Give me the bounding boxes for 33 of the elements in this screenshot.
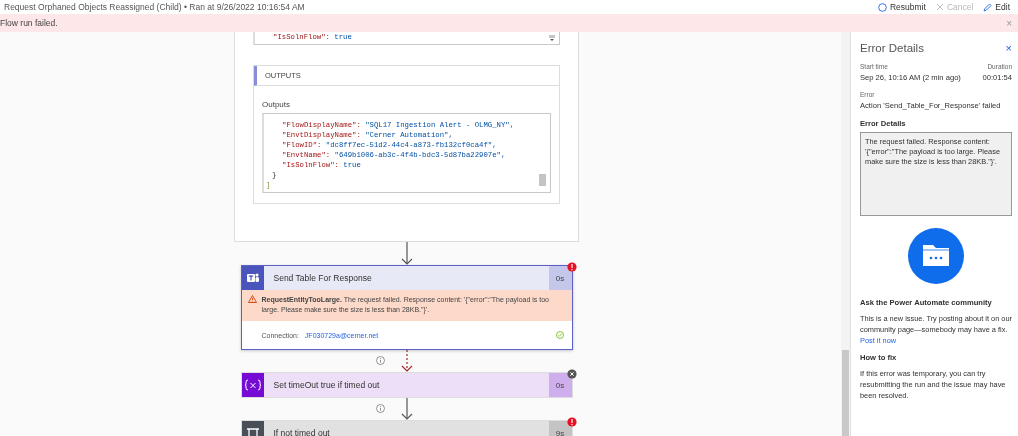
edit-button[interactable]: Edit [983, 2, 1010, 12]
connector-arrow [400, 242, 413, 265]
panel-title: Error Details [860, 42, 924, 54]
error-badge-icon [566, 262, 577, 272]
step-title: Send Table For Response [272, 272, 373, 285]
scrollbar-thumb[interactable] [842, 350, 849, 436]
branch-icon [245, 427, 260, 436]
pencil-icon [983, 2, 993, 12]
step-duration: 9s [548, 421, 572, 436]
close-icon [935, 3, 944, 11]
info-icon[interactable] [375, 404, 385, 413]
close-icon[interactable]: × [1005, 42, 1012, 54]
connector-arrow [400, 398, 413, 420]
step-duration: 0s [548, 266, 572, 290]
warning-icon [247, 295, 257, 303]
step-title: Set timeOut true if timed out [272, 379, 381, 392]
skipped-badge-icon [566, 369, 577, 379]
connector-arrow [400, 350, 413, 372]
outputs-label: Outputs [261, 99, 291, 111]
info-icon[interactable] [375, 356, 385, 365]
check-circle-icon [555, 331, 564, 339]
people-icon [245, 271, 260, 285]
step-title: If not timed out [272, 427, 331, 436]
error-badge-icon [566, 417, 577, 427]
scroll-down-icon[interactable] [549, 35, 555, 41]
flow-run-title: Request Orphaned Objects Reassigned (Child) • Ran at 9/26/2022 10:16:54 AM [4, 2, 306, 12]
braces-icon [243, 379, 262, 391]
scrollbar-thumb[interactable] [539, 174, 546, 186]
resubmit-button[interactable]: Resubmit [877, 2, 926, 12]
step-duration: 0s [548, 373, 572, 397]
circle-icon [877, 2, 887, 12]
error-banner-text: Flow run failed. [0, 18, 59, 28]
folder-icon [908, 228, 964, 284]
